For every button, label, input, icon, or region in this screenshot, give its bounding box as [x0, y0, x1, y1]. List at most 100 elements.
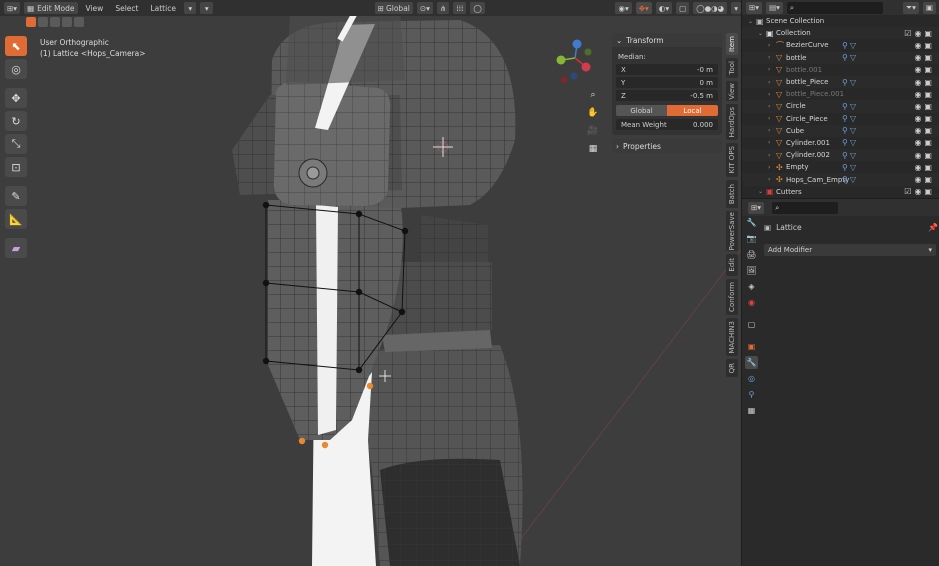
select-box-tool[interactable]: ⬉ — [5, 36, 27, 56]
chevron-right-icon[interactable]: › — [768, 164, 776, 171]
select-subtract-button[interactable] — [50, 17, 60, 27]
modifier-icon[interactable]: ⚲▽ — [842, 78, 858, 87]
3d-viewport[interactable]: ⊞▾ ▦ Edit Mode View Select Lattice ▾ ▾ ⊞… — [0, 0, 741, 566]
select-extend-button[interactable] — [38, 17, 48, 27]
tab-tool[interactable]: Tool — [726, 58, 738, 78]
world-tab-icon[interactable]: ◉ — [745, 296, 758, 309]
editor-type-button[interactable]: ⊞▾ — [4, 2, 21, 14]
eye-icon[interactable]: ◉▣ — [914, 126, 935, 135]
grid-view-icon[interactable]: ▦ — [586, 142, 600, 156]
pivot-button[interactable]: ⊙▾ — [416, 2, 433, 14]
chevron-right-icon[interactable]: › — [768, 139, 776, 146]
tab-conform[interactable]: Conform — [726, 279, 738, 315]
median-y-field[interactable]: Y 0 m — [616, 77, 718, 88]
options-menu-button[interactable]: ▾ — [200, 2, 213, 14]
physics-tab-icon[interactable]: ◎ — [745, 372, 758, 385]
eye-icon[interactable]: ◉▣ — [914, 102, 935, 111]
tab-machin3[interactable]: MACHIN3 — [726, 318, 738, 356]
camera-icon[interactable]: 🎥 — [586, 124, 600, 138]
outliner-row[interactable]: › ▽ bottle.001 ◉▣ — [742, 64, 939, 76]
eye-icon[interactable]: ◉▣ — [914, 114, 935, 123]
modifier-icon[interactable]: ⚲▽ — [842, 41, 858, 50]
modifier-icon[interactable]: ⚲▽ — [842, 163, 858, 172]
chevron-right-icon[interactable]: › — [768, 152, 776, 159]
outliner-row[interactable]: › ▽ Circle ⚲▽ ◉▣ — [742, 100, 939, 113]
select-new-button[interactable] — [26, 17, 36, 27]
tab-view[interactable]: View — [726, 81, 738, 101]
outliner-row[interactable]: ⌄ ▣ Collection ☑◉▣ — [742, 27, 939, 40]
eye-icon[interactable]: ◉▣ — [914, 163, 935, 172]
chevron-right-icon[interactable]: › — [768, 176, 776, 183]
eye-icon[interactable]: ☑◉▣ — [904, 29, 935, 38]
modifier-icon[interactable]: ⚲▽ — [842, 126, 858, 135]
chevron-right-icon[interactable]: › — [768, 42, 776, 49]
shear-tool[interactable]: ▰ — [5, 238, 27, 258]
chevron-right-icon[interactable]: › — [768, 79, 776, 86]
pan-hand-icon[interactable]: ✋ — [586, 106, 600, 120]
modifier-tab-icon[interactable]: 🔧 — [745, 356, 758, 369]
transform-orientation[interactable]: ⊞ Global — [374, 2, 413, 14]
snap-target[interactable]: ⁞⁞⁞ — [453, 2, 467, 14]
select-intersect-button[interactable] — [74, 17, 84, 27]
scale-tool[interactable]: ⤡ — [5, 134, 27, 154]
outliner-row[interactable]: › ✣ Empty ⚲▽ ◉▣ — [742, 161, 939, 173]
outliner-row[interactable]: › ▽ bottle_Piece ⚲▽ ◉▣ — [742, 75, 939, 89]
filter-button[interactable]: ⏷▾ — [903, 1, 919, 14]
cursor-tool[interactable]: ◎ — [5, 59, 27, 79]
outliner-row[interactable]: › ▽ Cube ⚲▽ ◉▣ — [742, 124, 939, 137]
collection-tab-icon[interactable]: ▢ — [745, 318, 758, 331]
chevron-down-icon[interactable]: ⌄ — [758, 30, 766, 37]
outliner-row[interactable]: › ▽ Circle_Piece ⚲▽ ◉▣ — [742, 113, 939, 125]
eye-icon[interactable]: ◉▣ — [914, 151, 935, 160]
view-layer-tab-icon[interactable]: 🖼 — [745, 264, 758, 277]
tab-kitops[interactable]: KIT OPS — [726, 143, 738, 177]
tab-edit[interactable]: Edit — [726, 254, 738, 276]
chevron-right-icon[interactable]: › — [768, 103, 776, 110]
proportional-edit[interactable]: ◯ — [470, 2, 485, 14]
mode-selector[interactable]: ▦ Edit Mode — [24, 2, 78, 14]
eye-icon[interactable]: ◉▣ — [914, 78, 935, 87]
display-mode-button[interactable]: ▤▾ — [766, 1, 783, 14]
constraints-tab-icon[interactable]: ⚲ — [745, 388, 758, 401]
modifier-icon[interactable]: ⚲▽ — [842, 138, 858, 147]
chevron-right-icon[interactable]: › — [768, 54, 776, 61]
menu-view[interactable]: View — [82, 4, 108, 13]
outliner-row[interactable]: › ⌒ BezierCurve ⚲▽ ◉▣ — [742, 39, 939, 51]
shading-modes[interactable]: ◯●◑◕ — [693, 2, 728, 14]
global-option[interactable]: Global — [616, 105, 667, 116]
transform-panel-header[interactable]: ⌄ Transform — [612, 33, 722, 47]
annotate-tool[interactable]: ✎ — [5, 186, 27, 206]
transform-tool[interactable]: ⊡ — [5, 157, 27, 177]
modifier-icon[interactable]: ⚲▽ — [842, 175, 858, 184]
outliner-row[interactable]: › ▽ Cylinder.002 ⚲▽ ◉▣ — [742, 149, 939, 162]
chevron-right-icon[interactable]: › — [768, 66, 776, 73]
measure-tool[interactable]: 📐 — [5, 209, 27, 229]
move-tool[interactable]: ✥ — [5, 88, 27, 108]
chevron-right-icon[interactable]: › — [768, 91, 776, 98]
outliner-row[interactable]: › ▽ bottle ⚲▽ ◉▣ — [742, 51, 939, 64]
chevron-right-icon[interactable]: › — [768, 127, 776, 134]
outliner-row[interactable]: ⌄ ▣ Cutters ☑◉▣ — [742, 186, 939, 198]
chevron-down-icon[interactable]: ⌄ — [758, 188, 766, 195]
select-invert-button[interactable] — [62, 17, 72, 27]
tab-hardops[interactable]: HardOps — [726, 104, 738, 140]
modifier-icon[interactable]: ⚲▽ — [842, 114, 858, 123]
outliner-row[interactable]: › ✣ Hops_Cam_Empty ⚲▽ ◉▣ — [742, 173, 939, 186]
properties-editor-type[interactable]: ⊞▾ — [748, 201, 765, 214]
zoom-icon[interactable]: ⌕ — [586, 88, 600, 102]
properties-panel-header[interactable]: › Properties — [612, 139, 722, 153]
rotate-tool[interactable]: ↻ — [5, 111, 27, 131]
tab-powersave[interactable]: PowerSave — [726, 211, 738, 251]
outliner-editor-type[interactable]: ⊞▾ — [746, 1, 763, 14]
eye-icon[interactable]: ☑◉▣ — [904, 187, 935, 196]
menu-select[interactable]: Select — [111, 4, 142, 13]
median-z-field[interactable]: Z -0.5 m — [616, 90, 718, 101]
add-modifier-dropdown[interactable]: Add Modifier ▾ — [764, 244, 936, 256]
shading-options[interactable]: ▾ — [731, 2, 741, 14]
modifier-icon[interactable]: ⚲▽ — [842, 151, 858, 160]
snap-toggle[interactable]: ⋔ — [436, 2, 450, 14]
chevron-down-icon[interactable]: ⌄ — [748, 18, 756, 25]
output-tab-icon[interactable]: 🖨 — [745, 248, 758, 261]
eye-icon[interactable]: ◉▣ — [914, 90, 935, 99]
outliner-row[interactable]: › ▽ bottle_Piece.001 ◉▣ — [742, 88, 939, 100]
